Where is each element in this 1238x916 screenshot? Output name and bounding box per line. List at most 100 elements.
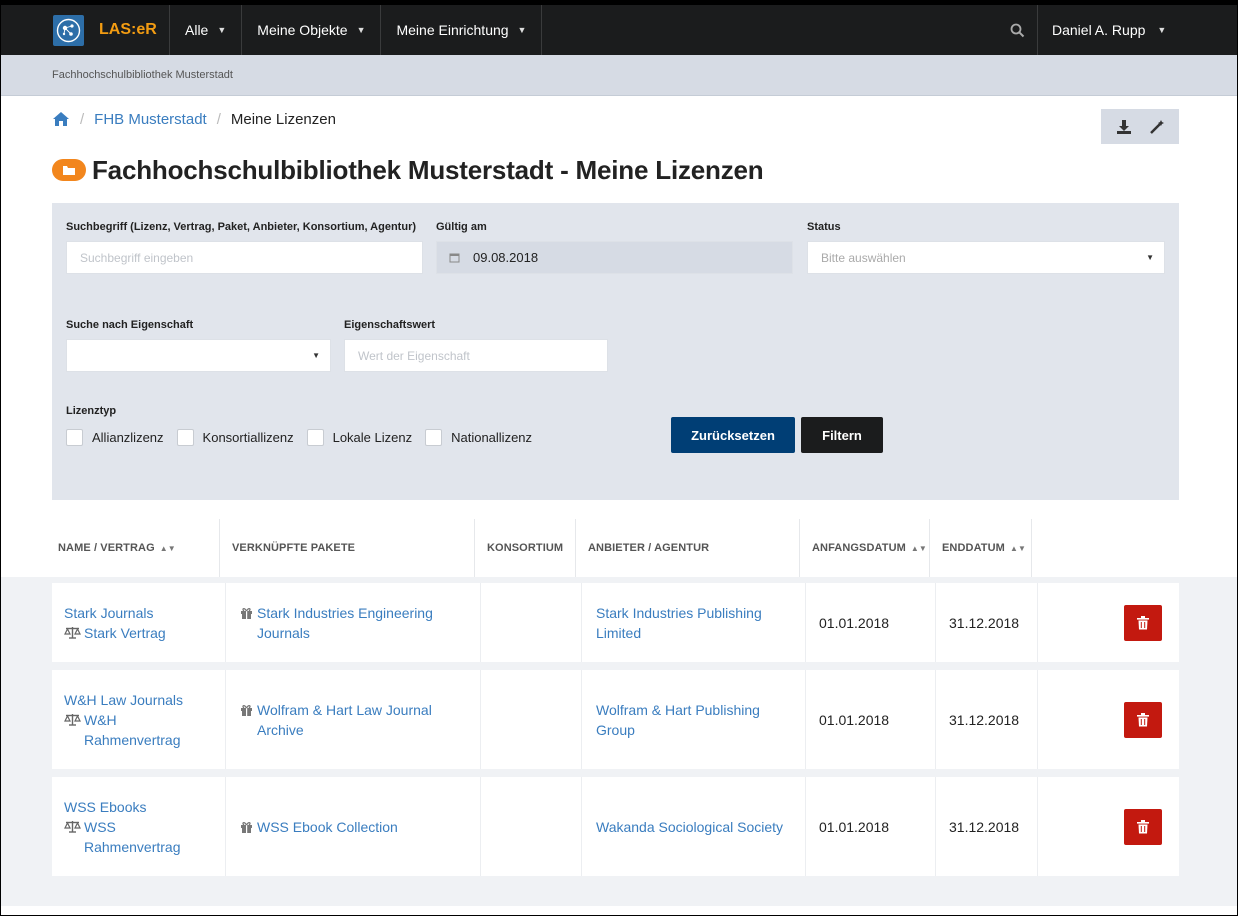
caret-down-icon: ▼ <box>217 25 227 35</box>
search-label: Suchbegriff (Lizenz, Vertrag, Paket, Anb… <box>66 221 417 233</box>
package-link[interactable]: Wolfram & Hart Law Journal Archive <box>240 700 432 740</box>
checkbox-label: Nationallizenz <box>451 430 533 445</box>
menu-alle[interactable]: Alle ▼ <box>170 5 243 55</box>
trash-icon <box>1137 819 1149 834</box>
property-value-label: Eigenschaftswert <box>344 319 436 331</box>
trash-icon <box>1137 712 1149 727</box>
package-link[interactable]: Stark Industries Engineering Journals <box>240 603 433 643</box>
search-input[interactable]: Suchbegriff eingeben <box>66 241 423 274</box>
column-header-name[interactable]: NAME / VERTRAG ▲▼ <box>52 519 220 577</box>
page-title: Fachhochschulbibliothek Musterstadt - Me… <box>52 153 764 187</box>
column-header-label: KONSORTIUM <box>487 542 564 554</box>
column-header-label: ENDDATUM <box>942 542 1005 554</box>
column-header-start[interactable]: ANFANGSDATUM ▲▼ <box>800 519 930 577</box>
package-line: WSS Ebook Collection <box>257 818 398 835</box>
filter-button[interactable]: Filtern <box>801 417 883 453</box>
reset-button[interactable]: Zurücksetzen <box>671 417 795 453</box>
menu-meine-einrichtung-label: Meine Einrichtung <box>396 22 509 38</box>
contract-link[interactable]: Stark Vertrag <box>64 623 166 643</box>
status-label: Status <box>807 221 841 233</box>
license-link[interactable]: Stark Journals <box>64 603 166 623</box>
page-title-text: Fachhochschulbibliothek Musterstadt - Me… <box>92 154 764 185</box>
cell-name: WSS Ebooks WSS Rahmenvertrag <box>52 777 226 876</box>
license-link[interactable]: WSS Ebooks <box>64 797 181 817</box>
download-icon[interactable] <box>1114 117 1134 137</box>
column-header-label: ANBIETER / AGENTUR <box>588 542 710 554</box>
checkbox-lokale-lizenz[interactable]: Lokale Lizenz <box>306 429 412 446</box>
checkbox-allianzlizenz[interactable]: Allianzlizenz <box>66 429 164 446</box>
package-link[interactable]: WSS Ebook Collection <box>240 817 398 837</box>
column-header-end[interactable]: ENDDATUM ▲▼ <box>930 519 1032 577</box>
gift-icon <box>240 700 257 716</box>
cell-start-date: 01.01.2018 <box>806 670 936 769</box>
table-row: WSS Ebooks WSS Rahmenvertrag WSS Ebook C… <box>52 777 1179 876</box>
provider-link[interactable]: Wakanda Sociological Society <box>596 817 783 837</box>
cell-consortium <box>481 670 582 769</box>
caret-down-icon: ▼ <box>1157 25 1167 35</box>
breadcrumb-link-fhb[interactable]: FHB Musterstadt <box>94 111 207 128</box>
column-header-provider: ANBIETER / AGENTUR <box>576 519 800 577</box>
folder-icon <box>52 159 86 181</box>
contract-link-text: Rahmenvertrag <box>84 731 181 748</box>
contract-link[interactable]: WSS Rahmenvertrag <box>64 817 181 857</box>
caret-down-icon: ▼ <box>356 25 366 35</box>
breadcrumb-current: Meine Lizenzen <box>230 110 336 128</box>
provider-link[interactable]: Wolfram & Hart Publishing Group <box>596 700 760 740</box>
cell-consortium <box>481 777 582 876</box>
valid-date-input[interactable]: 09.08.2018 <box>436 241 793 274</box>
table-row: Stark Journals Stark Vertrag Stark Indus… <box>52 583 1179 662</box>
valid-date-value: 09.08.2018 <box>473 250 539 265</box>
provider-link[interactable]: Stark Industries Publishing Limited <box>596 603 762 643</box>
checkbox-nationallizenz[interactable]: Nationallizenz <box>425 429 532 446</box>
cell-provider: Stark Industries Publishing Limited <box>582 583 806 662</box>
delete-button[interactable] <box>1124 701 1162 738</box>
menu-meine-einrichtung[interactable]: Meine Einrichtung ▼ <box>381 5 543 55</box>
cell-consortium <box>481 583 582 662</box>
cell-actions <box>1038 583 1179 662</box>
contract-link[interactable]: W&H Rahmenvertrag <box>64 710 183 750</box>
sort-icon: ▲▼ <box>1009 543 1026 553</box>
breadcrumb-separator: / <box>80 110 85 128</box>
cell-end-date: 31.12.2018 <box>936 777 1038 876</box>
calendar-icon <box>449 252 460 263</box>
logo-link[interactable]: LAS:eR <box>0 5 170 55</box>
delete-button[interactable] <box>1124 808 1162 845</box>
checkbox-box[interactable] <box>425 429 443 446</box>
menu-meine-objekte[interactable]: Meine Objekte ▼ <box>242 5 382 55</box>
cell-end-date: 31.12.2018 <box>936 670 1038 769</box>
checkbox-box[interactable] <box>66 429 83 446</box>
caret-down-icon: ▼ <box>517 25 527 35</box>
provider-line: Stark Industries Publishing <box>596 604 762 621</box>
magic-wand-icon[interactable] <box>1147 117 1167 137</box>
cell-name: W&H Law Journals W&H Rahmenvertrag <box>52 670 226 769</box>
delete-button[interactable] <box>1124 604 1162 641</box>
menu-alle-label: Alle <box>185 22 209 38</box>
provider-line: Group <box>596 721 635 738</box>
search-icon[interactable] <box>998 5 1038 55</box>
column-header-packages: VERKNÜPFTE PAKETE <box>220 519 475 577</box>
user-menu[interactable]: Daniel A. Rupp ▼ <box>1038 5 1238 55</box>
menu-meine-objekte-label: Meine Objekte <box>257 22 348 38</box>
checkbox-box[interactable] <box>306 429 324 446</box>
cell-package: Wolfram & Hart Law Journal Archive <box>226 670 481 769</box>
package-line: Journals <box>257 624 310 641</box>
cell-package: Stark Industries Engineering Journals <box>226 583 481 662</box>
property-value-placeholder: Wert der Eigenschaft <box>358 348 470 363</box>
column-header-label: ANFANGSDATUM <box>812 542 906 554</box>
user-name: Daniel A. Rupp <box>1052 22 1146 38</box>
breadcrumb: / FHB Musterstadt / Meine Lizenzen <box>52 108 336 130</box>
end-date: 31.12.2018 <box>949 614 1020 631</box>
contract-link-text: W&H <box>84 711 117 728</box>
property-select[interactable]: ▼ <box>66 339 331 372</box>
start-date: 01.01.2018 <box>819 614 890 631</box>
contract-link-text: WSS <box>84 818 116 835</box>
status-select[interactable]: Bitte auswählen ▼ <box>807 241 1165 274</box>
checkbox-konsortiallizenz[interactable]: Konsortiallizenz <box>176 429 294 446</box>
checkbox-box[interactable] <box>176 429 194 446</box>
property-value-input[interactable]: Wert der Eigenschaft <box>344 339 608 372</box>
start-date: 01.01.2018 <box>819 711 890 728</box>
license-link[interactable]: W&H Law Journals <box>64 690 183 710</box>
cell-start-date: 01.01.2018 <box>806 777 936 876</box>
end-date: 31.12.2018 <box>949 711 1020 728</box>
home-icon[interactable] <box>52 111 70 127</box>
